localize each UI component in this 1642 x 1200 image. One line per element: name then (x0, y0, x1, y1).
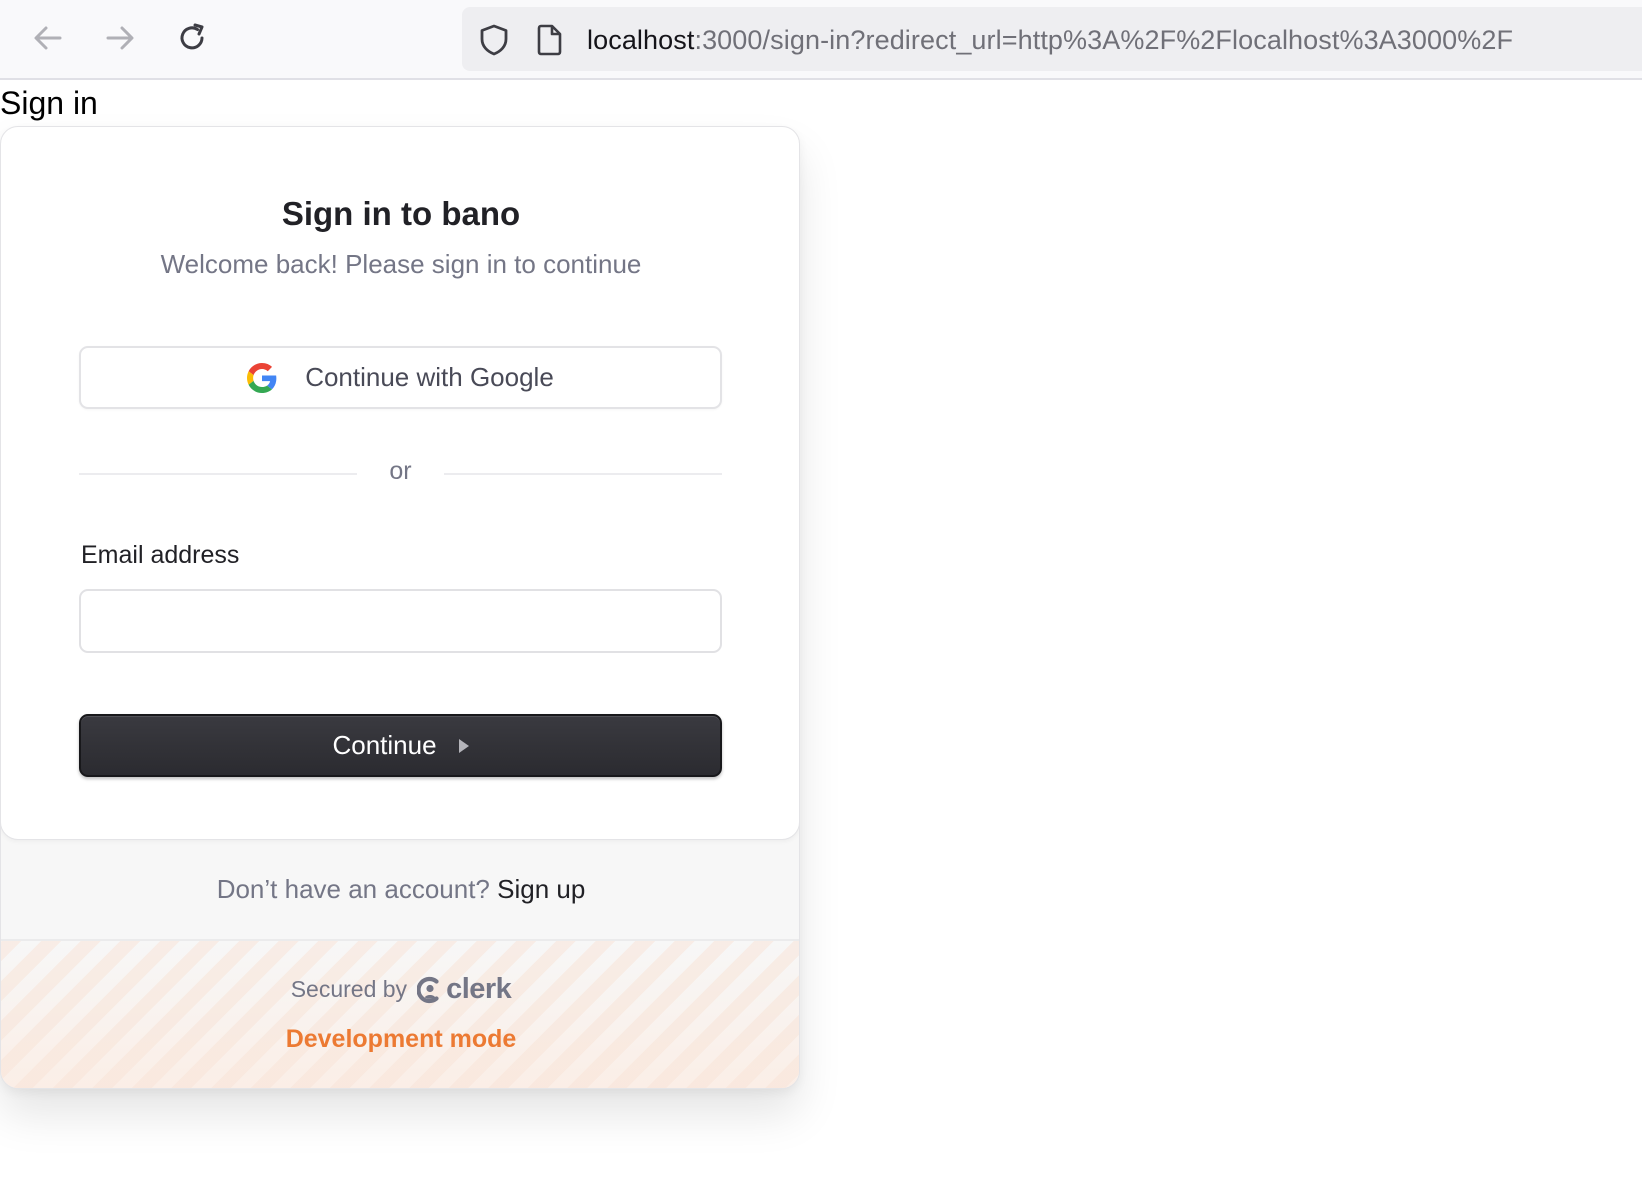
card-footer: Secured by clerk Development mode (1, 939, 799, 1088)
reload-button[interactable] (168, 14, 216, 62)
divider-line-right (444, 473, 722, 475)
email-field[interactable] (79, 589, 722, 653)
secured-by-text: Secured by (290, 976, 408, 1002)
card-subtitle: Welcome back! Please sign in to continue (160, 249, 642, 279)
clerk-logo-link[interactable]: clerk (417, 973, 512, 1006)
url-host: localhost (587, 25, 695, 55)
clerk-brand-text: clerk (446, 973, 512, 1005)
caret-right-icon (458, 738, 469, 753)
arrow-right-icon (106, 26, 134, 50)
or-divider: or (79, 453, 722, 493)
clerk-logo-icon (417, 976, 439, 1003)
card-title: Sign in to bano (281, 195, 521, 232)
development-mode-badge: Development mode (285, 1025, 517, 1053)
reload-icon (180, 23, 204, 50)
sign-up-link[interactable]: Sign up (497, 874, 585, 904)
shield-icon[interactable] (478, 23, 510, 62)
url-path: :3000/sign-in?redirect_url=http%3A%2F%2F… (694, 25, 1514, 55)
sign-in-card: Sign in to bano Welcome back! Please sig… (0, 126, 800, 1089)
continue-button-label: Continue (332, 730, 437, 760)
sign-in-form-panel: Sign in to bano Welcome back! Please sig… (1, 127, 799, 840)
signup-prompt: Don’t have an account? (216, 874, 490, 904)
arrow-left-icon (34, 26, 62, 50)
continue-button[interactable]: Continue (79, 714, 722, 777)
address-bar[interactable]: localhost:3000/sign-in?redirect_url=http… (462, 7, 1642, 71)
continue-with-google-button[interactable]: Continue with Google (79, 346, 722, 409)
divider-text: or (389, 457, 412, 485)
google-icon (247, 362, 277, 393)
secured-by-row: Secured by clerk (1, 973, 799, 1006)
page-icon[interactable] (536, 23, 564, 62)
url-text[interactable]: localhost:3000/sign-in?redirect_url=http… (587, 25, 1513, 55)
google-button-label: Continue with Google (305, 362, 554, 392)
back-button[interactable] (24, 14, 72, 62)
browser-toolbar: localhost:3000/sign-in?redirect_url=http… (0, 0, 1642, 80)
forward-button[interactable] (96, 14, 144, 62)
email-label: Email address (81, 541, 240, 569)
signup-row: Don’t have an account? Sign up (1, 874, 799, 905)
page-heading: Sign in (0, 85, 98, 121)
